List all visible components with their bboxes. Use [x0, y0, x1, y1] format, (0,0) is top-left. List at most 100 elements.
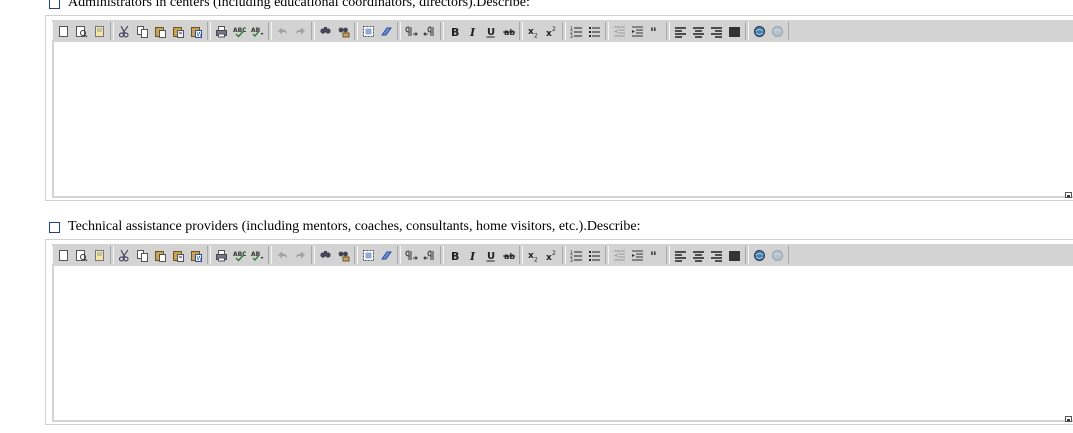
toolbar-group: W [113, 22, 208, 40]
remove-format-icon[interactable] [378, 22, 395, 40]
replace-icon[interactable] [335, 22, 352, 40]
paste-icon-glyph [155, 250, 166, 262]
editor-content-area[interactable] [52, 266, 1073, 422]
indent-icon[interactable] [629, 22, 646, 40]
indent-icon[interactable] [629, 246, 646, 264]
strikethrough-icon[interactable]: abc [500, 22, 517, 40]
paste-icon[interactable] [152, 22, 169, 40]
copy-icon[interactable] [134, 246, 151, 264]
blockquote-icon[interactable]: " [647, 22, 664, 40]
bold-icon[interactable]: B [446, 22, 463, 40]
print-icon[interactable] [213, 22, 230, 40]
spellcheck-dropdown-icon[interactable]: AB [249, 22, 266, 40]
superscript-icon[interactable]: x2 [543, 22, 560, 40]
paste-text-icon[interactable] [170, 246, 187, 264]
unlink-icon[interactable] [769, 246, 786, 264]
align-left-icon[interactable] [672, 22, 689, 40]
paste-word-icon[interactable]: W [188, 22, 205, 40]
copy-icon[interactable] [134, 22, 151, 40]
print-icon[interactable] [213, 246, 230, 264]
remove-format-icon[interactable] [378, 246, 395, 264]
unlink-icon[interactable] [769, 22, 786, 40]
svg-text:U: U [487, 27, 495, 38]
italic-icon[interactable]: I [464, 22, 481, 40]
find-icon-glyph [320, 250, 331, 258]
align-center-icon[interactable] [690, 246, 707, 264]
toolbar-group [52, 246, 111, 264]
italic-icon-glyph: I [469, 250, 476, 262]
new-page-icon[interactable] [55, 246, 72, 264]
blockquote-icon[interactable]: " [647, 246, 664, 264]
editor-content-area[interactable] [52, 42, 1073, 198]
superscript-icon[interactable]: x2 [543, 246, 560, 264]
paste-text-icon[interactable] [170, 22, 187, 40]
spellcheck-icon[interactable]: ABC [231, 22, 248, 40]
new-page-icon-glyph [59, 249, 68, 261]
redo-icon[interactable] [292, 246, 309, 264]
administrators-checkbox[interactable] [49, 0, 60, 9]
cut-icon[interactable] [116, 22, 133, 40]
redo-icon[interactable] [292, 22, 309, 40]
template-icon[interactable] [91, 22, 108, 40]
align-right-icon[interactable] [708, 246, 725, 264]
numbered-list-icon[interactable]: 123 [568, 22, 585, 40]
editor-toolbar: W ABC AB BIUabc x2 x2 123 " [52, 20, 1073, 42]
underline-icon[interactable]: U [482, 246, 499, 264]
select-all-icon[interactable] [360, 22, 377, 40]
undo-icon[interactable] [274, 246, 291, 264]
editor-resize-handle[interactable] [1065, 192, 1072, 198]
paste-word-icon[interactable]: W [188, 246, 205, 264]
bold-icon[interactable]: B [446, 246, 463, 264]
paste-icon[interactable] [152, 246, 169, 264]
italic-icon[interactable]: I [464, 246, 481, 264]
remove-format-icon-glyph [381, 251, 392, 259]
svg-text:ABC: ABC [233, 251, 246, 258]
spellcheck-icon[interactable]: ABC [231, 246, 248, 264]
cut-icon[interactable] [116, 246, 133, 264]
numbered-list-icon[interactable]: 123 [568, 246, 585, 264]
align-right-icon-glyph [711, 26, 722, 38]
select-all-icon[interactable] [360, 246, 377, 264]
bulleted-list-icon[interactable] [586, 22, 603, 40]
ltr-icon[interactable] [403, 246, 420, 264]
rtl-icon[interactable] [421, 246, 438, 264]
ltr-icon[interactable] [403, 22, 420, 40]
preview-icon[interactable] [73, 22, 90, 40]
justify-icon[interactable] [726, 246, 743, 264]
subscript-icon[interactable]: x2 [525, 246, 542, 264]
new-page-icon[interactable] [55, 22, 72, 40]
editor-resize-handle[interactable] [1065, 416, 1072, 422]
link-icon[interactable] [751, 246, 768, 264]
indent-icon-glyph [632, 250, 643, 260]
strikethrough-icon-glyph: abc [503, 28, 515, 37]
link-icon[interactable] [751, 22, 768, 40]
underline-icon[interactable]: U [482, 22, 499, 40]
outdent-icon[interactable] [611, 246, 628, 264]
align-left-icon[interactable] [672, 246, 689, 264]
underline-icon-glyph: U [486, 251, 495, 262]
undo-icon[interactable] [274, 22, 291, 40]
paste-word-icon-glyph: W [191, 26, 203, 38]
replace-icon[interactable] [335, 246, 352, 264]
technical-assistance-checkbox[interactable] [49, 222, 60, 233]
preview-icon[interactable] [73, 246, 90, 264]
subscript-icon-glyph: x2 [528, 251, 538, 262]
new-page-icon-glyph [59, 25, 68, 37]
find-icon[interactable] [317, 22, 334, 40]
rich-text-editor: W ABC AB BIUabc x2 x2 123 " [45, 15, 1073, 201]
outdent-icon-glyph [614, 26, 625, 36]
template-icon-glyph [95, 25, 104, 37]
bulleted-list-icon[interactable] [586, 246, 603, 264]
spellcheck-dropdown-icon[interactable]: AB [249, 246, 266, 264]
outdent-icon[interactable] [611, 22, 628, 40]
align-right-icon[interactable] [708, 22, 725, 40]
strikethrough-icon[interactable]: abc [500, 246, 517, 264]
subscript-icon[interactable]: x2 [525, 22, 542, 40]
template-icon[interactable] [91, 246, 108, 264]
toolbar-group [271, 22, 312, 40]
align-center-icon[interactable] [690, 22, 707, 40]
unlink-icon-glyph [772, 25, 783, 37]
justify-icon[interactable] [726, 22, 743, 40]
find-icon[interactable] [317, 246, 334, 264]
rtl-icon[interactable] [421, 22, 438, 40]
